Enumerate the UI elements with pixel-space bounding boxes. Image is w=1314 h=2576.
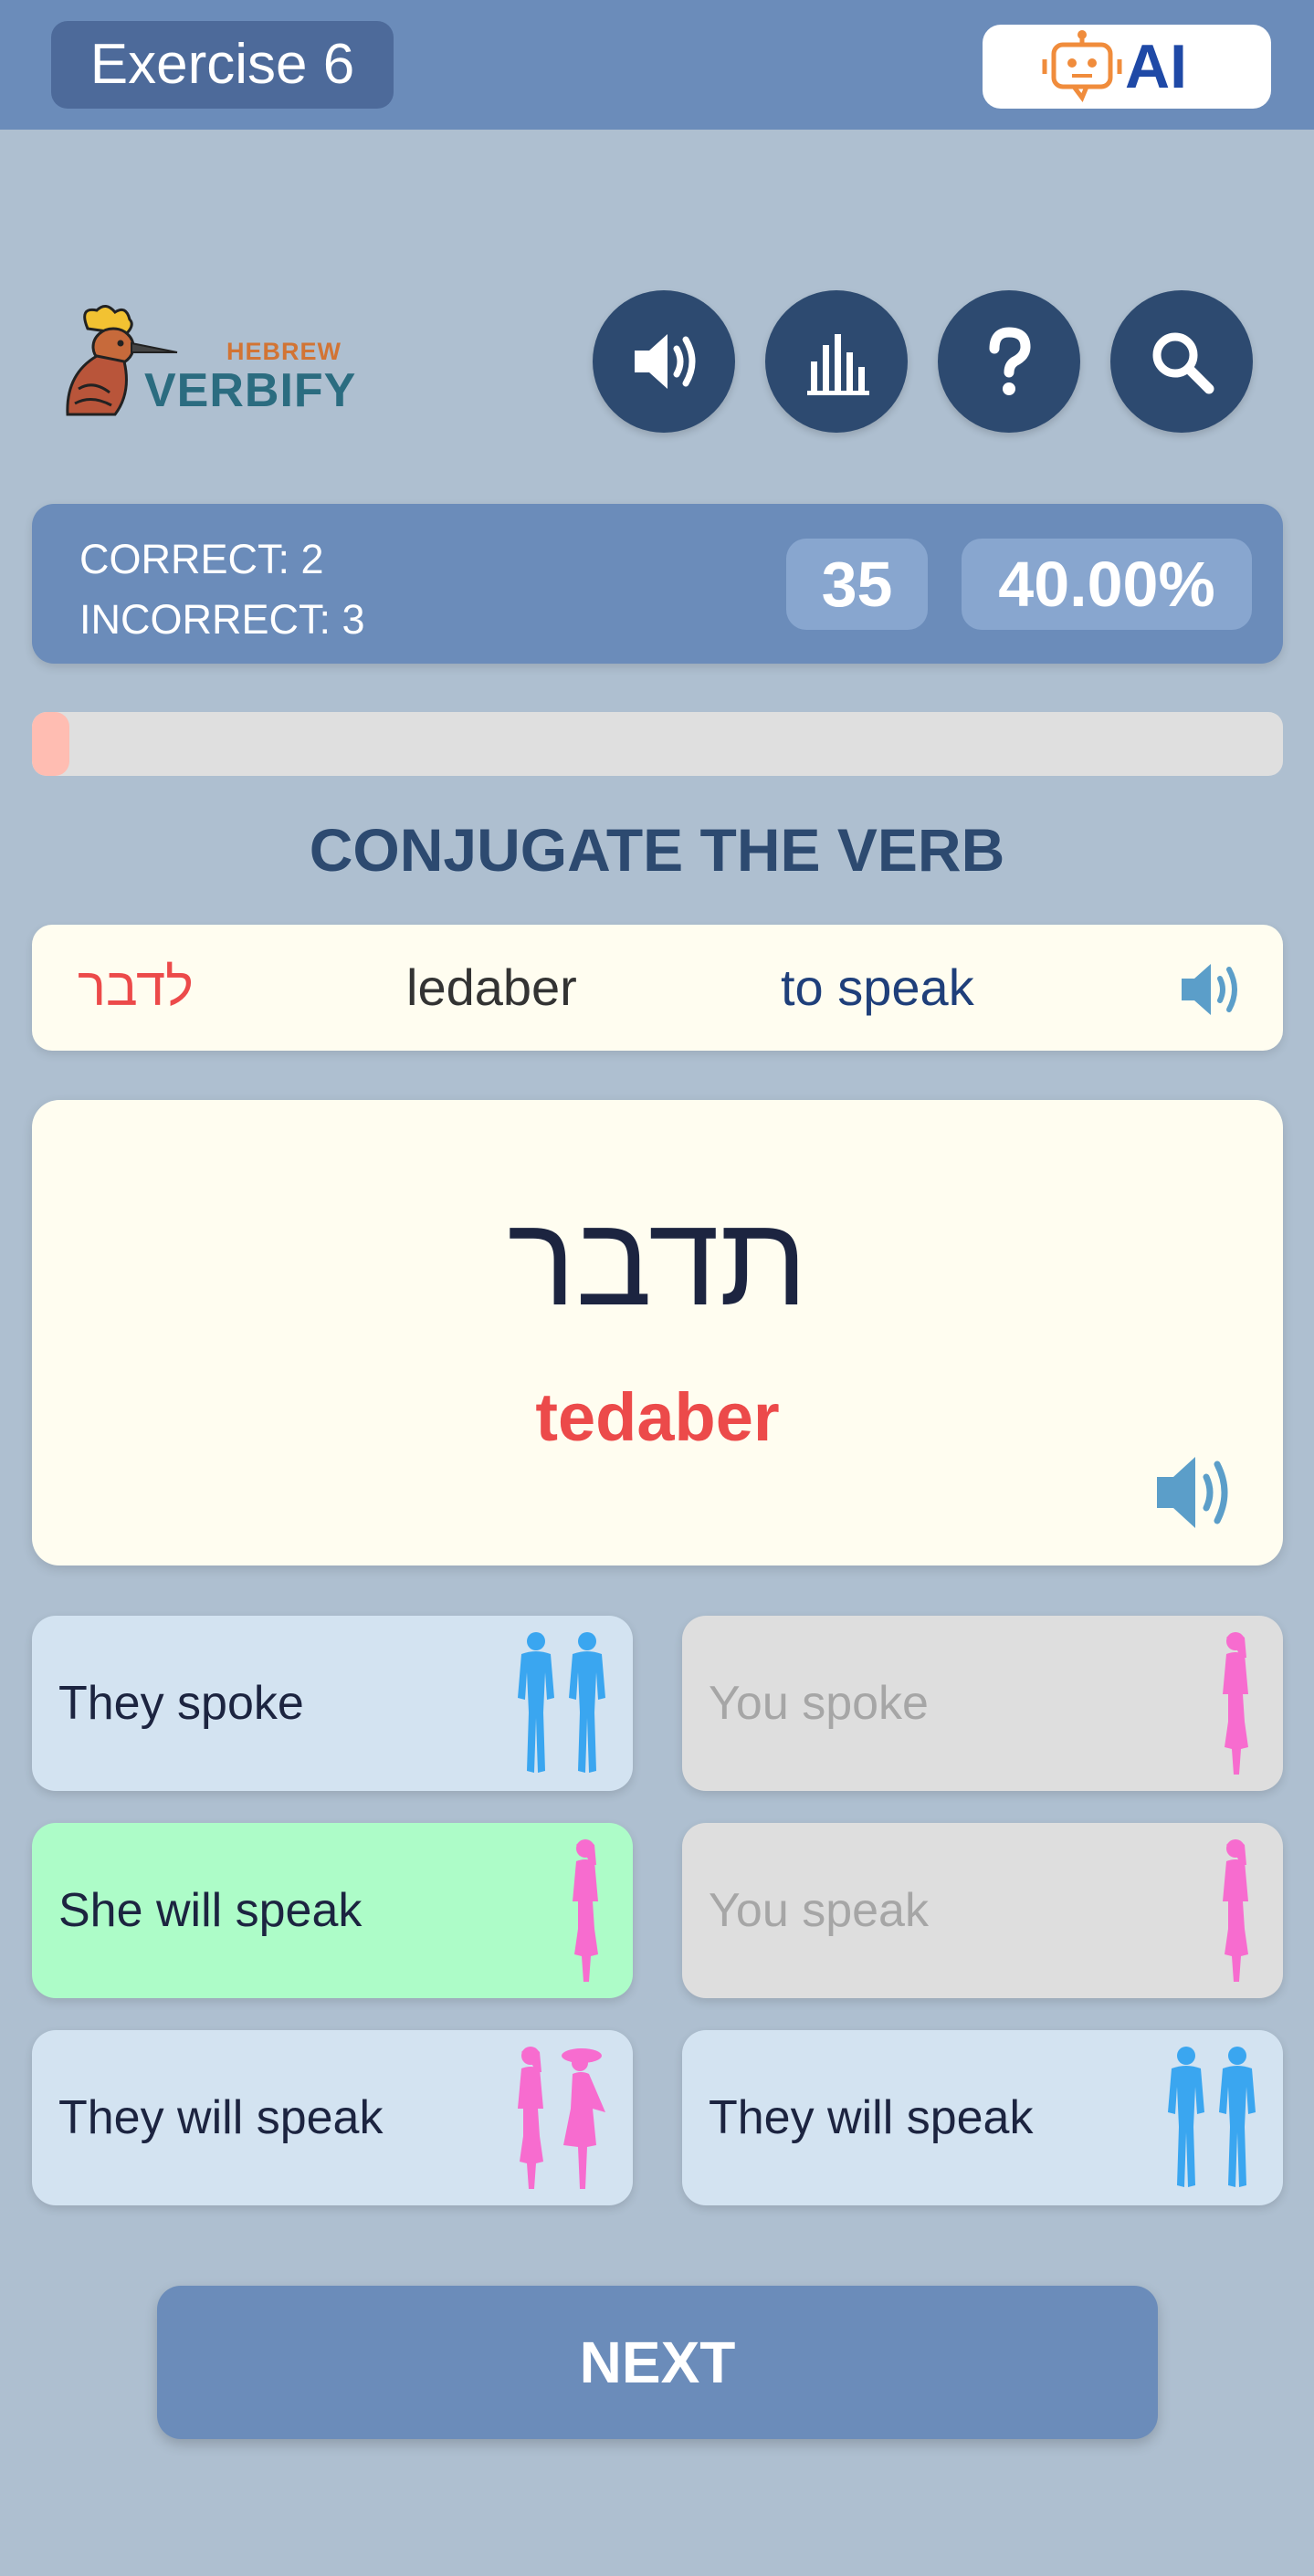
card-transliteration: tedaber [535,1379,780,1455]
answer-option-label: They will speak [58,2091,384,2144]
sound-button[interactable] [593,290,735,433]
next-button[interactable]: NEXT [157,2286,1158,2439]
robot-icon [1042,30,1122,102]
help-button[interactable] [938,290,1080,433]
verb-transliteration: ledaber [406,958,577,1016]
answer-option-6[interactable]: They will speak [682,2030,1283,2205]
answer-option-label: You speak [709,1884,929,1937]
verb-row: לדבר ledaber to speak [32,925,1283,1051]
woman-figure-icon [567,1838,607,1988]
woman-figure-icon [1217,1630,1257,1781]
verb-english: to speak [781,958,974,1016]
question-card: תדבר tedaber [32,1100,1283,1565]
progress-bar [32,712,1283,776]
score-panel: CORRECT: 2 INCORRECT: 3 35 40.00% [32,504,1283,664]
woman-figure-icon [1217,1838,1257,1988]
logo-small-text: HEBREW [226,338,342,365]
speaker-icon [635,334,696,389]
answer-option-label: You spoke [709,1677,929,1730]
answer-option-1[interactable]: They spoke [32,1616,633,1791]
answer-option-label: They spoke [58,1677,304,1730]
verb-speaker-icon[interactable] [1178,960,1251,1019]
card-speaker-icon[interactable] [1153,1451,1241,1534]
percent-badge: 40.00% [962,539,1252,630]
incorrect-count: INCORRECT: 3 [79,596,365,643]
instruction-heading: CONJUGATE THE VERB [309,816,1005,884]
question-icon [989,327,1031,395]
ai-button[interactable]: AI [983,25,1271,109]
ai-label: AI [1125,32,1187,101]
answer-option-label: She will speak [58,1884,363,1937]
answer-option-4[interactable]: You speak [682,1823,1283,1998]
correct-count: CORRECT: 2 [79,536,324,582]
search-button[interactable] [1110,290,1253,433]
app-logo: HEBREW VERBIFY [60,301,371,424]
answer-option-label: They will speak [709,2091,1034,2144]
answer-option-3[interactable]: She will speak [32,1823,633,1998]
top-bar: Exercise 6 AI [0,0,1314,130]
verb-hebrew: לדבר [78,958,194,1017]
two-men-figure-icon [1166,2045,1257,2195]
card-hebrew-word: תדבר [507,1189,808,1332]
two-women-figure-icon [512,2045,607,2195]
answer-option-2[interactable]: You spoke [682,1616,1283,1791]
bar-chart-icon [807,334,869,395]
score-text: CORRECT: 2 INCORRECT: 3 [79,529,365,650]
statistics-button[interactable] [765,290,908,433]
two-men-figure-icon [516,1630,607,1781]
progress-fill [32,712,70,776]
search-icon [1152,332,1214,394]
answer-option-5[interactable]: They will speak [32,2030,633,2205]
question-count-badge: 35 [786,539,928,630]
exercise-title: Exercise 6 [51,21,394,109]
logo-big-text: VERBIFY [144,364,357,417]
